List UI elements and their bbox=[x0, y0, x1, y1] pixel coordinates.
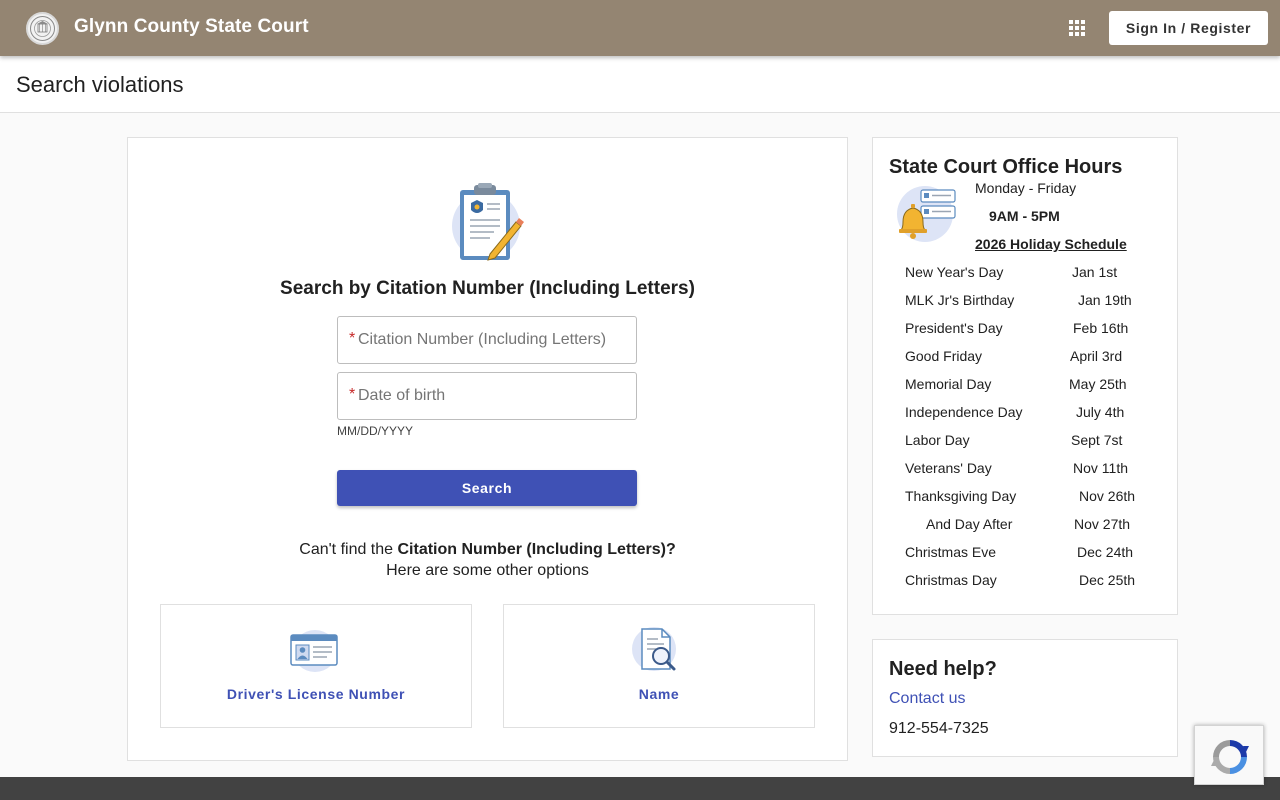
office-days: Monday - Friday bbox=[975, 180, 1077, 196]
holiday-date: Feb 16th bbox=[1073, 320, 1129, 336]
holiday-date: April 3rd bbox=[1070, 348, 1123, 364]
holiday-name: Independence Day bbox=[905, 404, 1023, 420]
need-help-card: Need help? Contact us 912-554-7325 bbox=[872, 639, 1178, 757]
holiday-name: Christmas Eve bbox=[905, 544, 997, 560]
recaptcha-badge[interactable] bbox=[1194, 725, 1264, 785]
other-options-text: Can't find the Citation Number (Includin… bbox=[128, 539, 847, 581]
holiday-date: July 4th bbox=[1076, 404, 1125, 420]
holiday-schedule-link[interactable]: 2026 Holiday Schedule bbox=[975, 236, 1127, 252]
cant-find-citation: Citation Number (Including Letters)? bbox=[397, 541, 676, 558]
holiday-name: Thanksgiving Day bbox=[905, 488, 1017, 504]
date-of-birth-field[interactable]: * bbox=[337, 372, 637, 420]
cant-find-prefix: Can't find the bbox=[299, 541, 398, 558]
bell-notification-icon bbox=[895, 184, 959, 244]
cant-find-line: Can't find the Citation Number (Includin… bbox=[128, 539, 847, 560]
holiday-date: Nov 26th bbox=[1079, 488, 1136, 504]
page-title: Search violations bbox=[16, 72, 184, 97]
citation-search-card: Search by Citation Number (Including Let… bbox=[127, 137, 848, 761]
search-button[interactable]: Search bbox=[337, 470, 637, 506]
holiday-name: New Year's Day bbox=[905, 264, 1004, 280]
holiday-date: Jan 19th bbox=[1078, 292, 1132, 308]
name-option-label: Name bbox=[638, 686, 680, 702]
office-hours-card: State Court Office Hours Monday - Friday… bbox=[872, 137, 1178, 615]
holiday-name: MLK Jr's Birthday bbox=[905, 292, 1015, 308]
holiday-name: Labor Day bbox=[905, 432, 970, 448]
required-asterisk: * bbox=[349, 330, 356, 347]
holiday-name: Veterans' Day bbox=[905, 460, 992, 476]
holiday-name: Christmas Day bbox=[905, 572, 997, 588]
drivers-license-option-label: Driver's License Number bbox=[226, 686, 406, 702]
need-help-title: Need help? bbox=[889, 658, 997, 680]
required-asterisk: * bbox=[349, 386, 356, 403]
holiday-date: May 25th bbox=[1069, 376, 1127, 392]
holiday-name: President's Day bbox=[905, 320, 1003, 336]
citation-number-field[interactable]: * bbox=[337, 316, 637, 364]
id-card-icon bbox=[289, 625, 341, 673]
contact-us-link[interactable]: Contact us bbox=[889, 690, 965, 708]
citation-number-input[interactable] bbox=[358, 317, 633, 363]
search-by-drivers-license-option[interactable]: Driver's License Number bbox=[160, 604, 472, 728]
holiday-date: Sept 7st bbox=[1071, 432, 1123, 448]
office-hours-title: State Court Office Hours bbox=[889, 156, 1123, 178]
holiday-name: Memorial Day bbox=[905, 376, 992, 392]
holiday-date: Nov 11th bbox=[1073, 460, 1128, 476]
holiday-name: And Day After bbox=[926, 516, 1013, 532]
app-title[interactable]: Glynn County State Court bbox=[74, 16, 309, 38]
top-app-bar: Glynn County State Court Sign In / Regis… bbox=[0, 0, 1280, 56]
holiday-date: Nov 27th bbox=[1074, 516, 1131, 532]
document-search-icon bbox=[632, 625, 684, 673]
other-options-line: Here are some other options bbox=[386, 562, 589, 579]
sign-in-register-button[interactable]: Sign In / Register bbox=[1109, 11, 1268, 45]
holiday-name: Good Friday bbox=[905, 348, 983, 364]
phone-number: 912-554-7325 bbox=[889, 720, 989, 737]
search-by-name-option[interactable]: Name bbox=[503, 604, 815, 728]
county-seal-logo[interactable] bbox=[26, 12, 59, 45]
recaptcha-icon bbox=[1211, 740, 1249, 774]
clipboard-badge-icon bbox=[450, 182, 526, 264]
page-title-bar: Search violations bbox=[0, 56, 1280, 113]
holiday-date: Dec 25th bbox=[1079, 572, 1136, 588]
holiday-date: Dec 24th bbox=[1077, 544, 1134, 560]
holiday-date: Jan 1st bbox=[1072, 264, 1118, 280]
date-format-hint: MM/DD/YYYY bbox=[337, 424, 414, 438]
date-of-birth-input[interactable] bbox=[358, 373, 633, 419]
office-time: 9AM - 5PM bbox=[989, 208, 1060, 224]
page-footer bbox=[0, 777, 1280, 800]
apps-grid-icon[interactable] bbox=[1066, 17, 1088, 39]
search-heading: Search by Citation Number (Including Let… bbox=[280, 278, 695, 299]
